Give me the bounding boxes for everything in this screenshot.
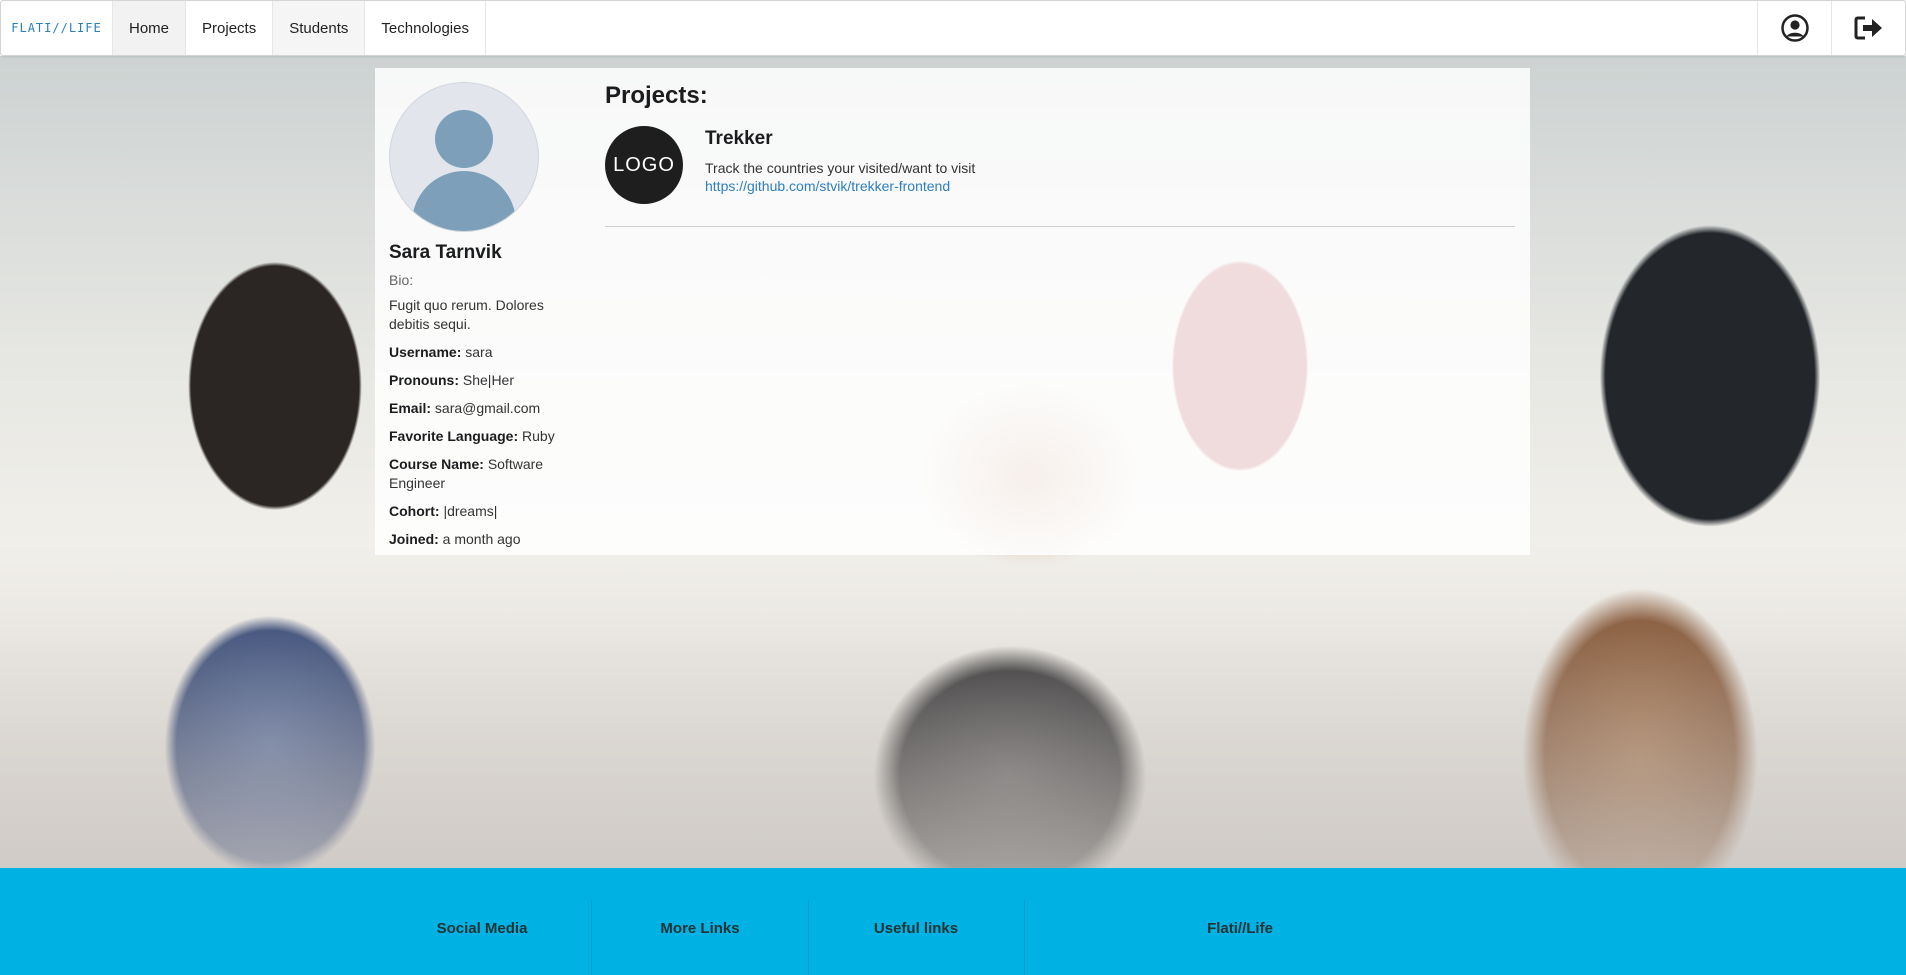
footer-column-useful-links: Useful links xyxy=(816,920,1016,975)
field-value: a month ago xyxy=(442,531,521,547)
avatar-body-shape xyxy=(412,171,516,231)
project-info: Trekker Track the countries your visited… xyxy=(705,126,975,204)
projects-heading: Projects: xyxy=(605,82,708,109)
student-name: Sara Tarnvik xyxy=(389,242,502,263)
avatar-head-shape xyxy=(435,110,493,168)
field-username: Username: sara xyxy=(389,343,559,362)
logout-button[interactable] xyxy=(1831,1,1905,55)
field-joined: Joined: a month ago xyxy=(389,530,559,549)
field-label: Cohort: xyxy=(389,503,440,519)
project-logo: LOGO xyxy=(605,126,683,204)
project-title[interactable]: Trekker xyxy=(705,128,975,150)
footer-column-more-links: More Links xyxy=(600,920,800,975)
nav-home[interactable]: Home xyxy=(113,1,187,55)
projects-section: Projects: LOGO Trekker Track the countri… xyxy=(605,82,1515,227)
footer-column-social-media: Social Media xyxy=(382,920,582,975)
field-label: Joined: xyxy=(389,531,439,547)
top-navbar: FLATI//LIFE Home Projects Students Techn… xyxy=(0,0,1906,56)
footer-column-title: Flati//Life xyxy=(1207,920,1273,937)
footer-column-title: Social Media xyxy=(436,920,528,937)
footer-column-flati-life: Flati//Life xyxy=(1040,920,1440,975)
field-course-name: Course Name: Software Engineer xyxy=(389,455,559,493)
site-footer: Social Media More Links Useful links Fla… xyxy=(0,868,1906,975)
nav-projects[interactable]: Projects xyxy=(186,1,274,55)
profile-button[interactable] xyxy=(1757,1,1831,55)
field-favorite-language: Favorite Language: Ruby xyxy=(389,427,559,446)
avatar xyxy=(389,82,539,232)
project-description: Track the countries your visited/want to… xyxy=(705,160,976,176)
field-cohort: Cohort: |dreams| xyxy=(389,502,559,521)
field-value: She|Her xyxy=(462,372,514,388)
field-label: Favorite Language: xyxy=(389,428,519,444)
bio-text: Fugit quo rerum. Dolores debitis sequi. xyxy=(389,297,544,332)
field-label: Course Name: xyxy=(389,456,484,472)
field-value: |dreams| xyxy=(443,503,498,519)
field-value: sara@gmail.com xyxy=(434,400,541,416)
footer-divider xyxy=(591,900,592,975)
field-label: Username: xyxy=(389,344,462,360)
bio-label: Bio: xyxy=(389,272,414,288)
footer-divider xyxy=(1024,900,1025,975)
sign-out-icon xyxy=(1854,16,1882,40)
footer-divider xyxy=(808,900,809,975)
student-profile-card: Sara Tarnvik Bio: Fugit quo rerum. Dolor… xyxy=(375,68,1530,555)
field-label: Pronouns: xyxy=(389,372,459,388)
footer-column-title: More Links xyxy=(660,920,740,937)
field-label: Email: xyxy=(389,400,432,416)
user-circle-icon xyxy=(1780,14,1809,42)
profile-sidebar: Sara Tarnvik Bio: Fugit quo rerum. Dolor… xyxy=(389,82,559,549)
field-email: Email: sara@gmail.com xyxy=(389,399,559,418)
site-logo[interactable]: FLATI//LIFE xyxy=(1,1,113,55)
nav-right-group xyxy=(1757,1,1905,55)
footer-column-title: Useful links xyxy=(873,920,959,937)
project-item: LOGO Trekker Track the countries your vi… xyxy=(605,126,1515,227)
nav-students[interactable]: Students xyxy=(273,1,366,55)
field-pronouns: Pronouns: She|Her xyxy=(389,371,559,390)
photo-floor-shade xyxy=(0,618,1906,868)
project-github-link[interactable]: https://github.com/stvik/trekker-fronten… xyxy=(705,178,975,194)
nav-technologies[interactable]: Technologies xyxy=(365,1,486,55)
field-value: sara xyxy=(465,344,493,360)
field-value: Ruby xyxy=(522,428,555,444)
